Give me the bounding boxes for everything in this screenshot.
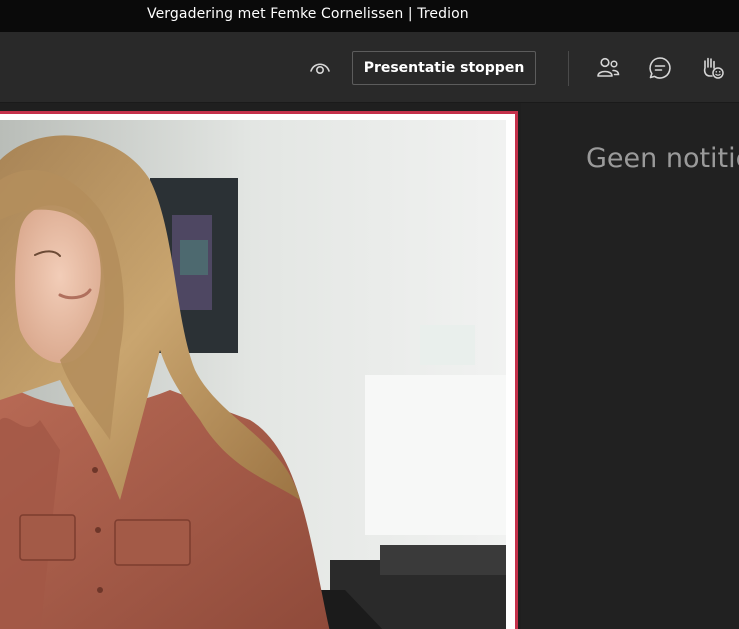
eye-icon (308, 56, 332, 80)
title-bar: Vergadering met Femke Cornelissen | Tred… (0, 0, 739, 32)
chat-button[interactable] (642, 50, 678, 86)
toolbar-divider (568, 51, 569, 86)
chat-icon (647, 55, 673, 81)
shared-content-frame (0, 111, 518, 629)
notes-panel: Geen notitie (521, 103, 739, 629)
reactions-button[interactable] (694, 50, 730, 86)
meeting-toolbar: Presentatie stoppen (0, 32, 739, 103)
view-mode-button[interactable] (302, 50, 338, 86)
stop-presenting-button[interactable]: Presentatie stoppen (352, 51, 536, 85)
people-icon (595, 55, 621, 81)
participants-button[interactable] (590, 50, 626, 86)
raise-hand-icon (699, 55, 725, 81)
presentation-stage (0, 103, 520, 629)
window-title: Vergadering met Femke Cornelissen | Tred… (147, 6, 469, 22)
notes-empty-text: Geen notitie (586, 143, 739, 174)
shared-photo (0, 120, 506, 629)
